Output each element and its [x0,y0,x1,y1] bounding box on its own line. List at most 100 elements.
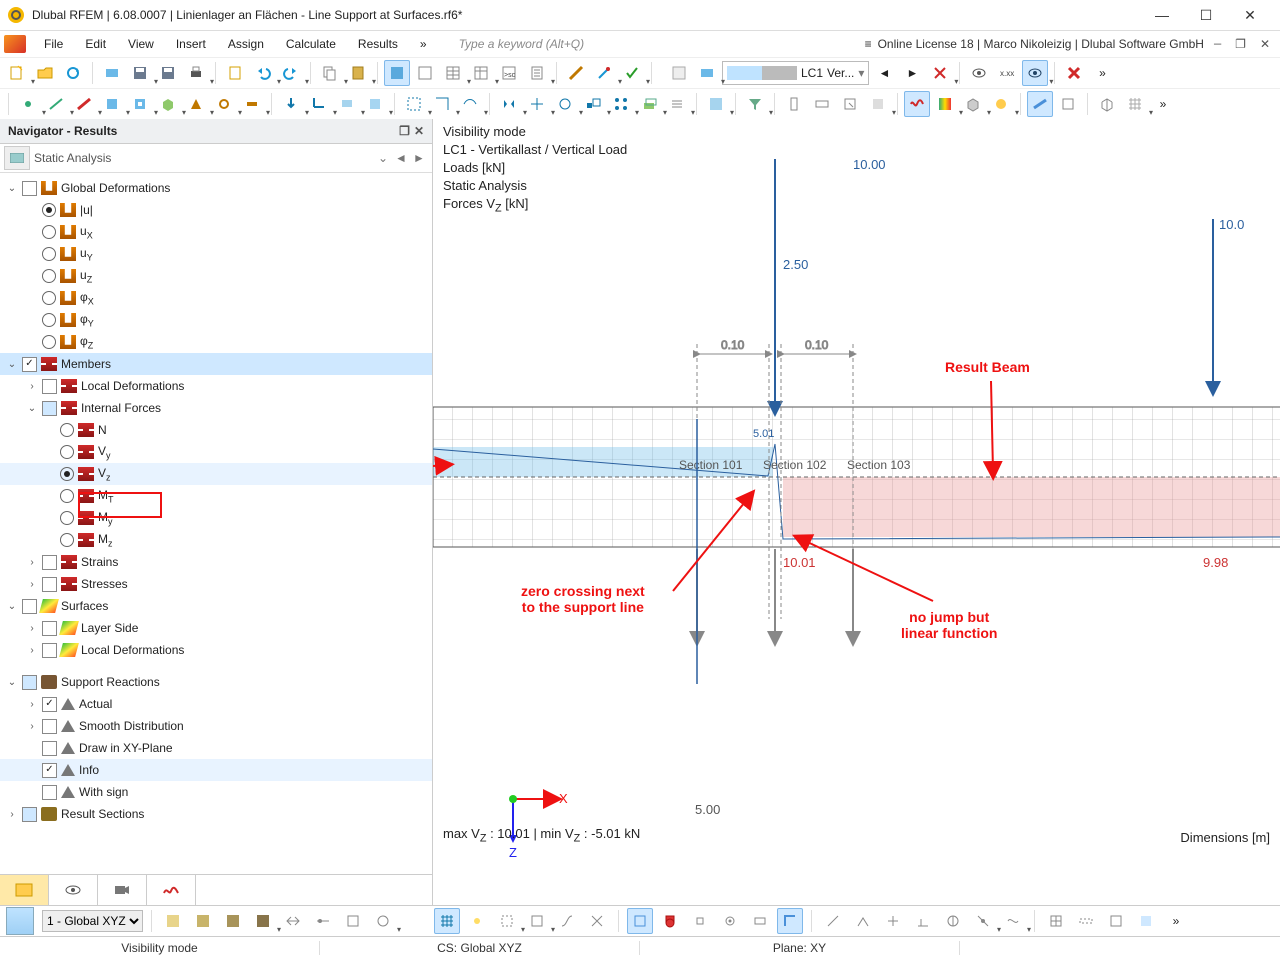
mdi-minimize[interactable]: — [1210,37,1225,51]
results-contour-button[interactable] [932,91,958,117]
tree-surfaces[interactable]: Surfaces [61,599,108,613]
load3-button[interactable] [334,91,360,117]
tree-force-Mz[interactable]: Mz [0,529,432,551]
scale-button[interactable] [580,91,606,117]
table2-button[interactable] [468,60,494,86]
st-b3[interactable] [220,908,246,934]
member-button[interactable] [71,91,97,117]
st-osnap2[interactable] [687,908,713,934]
tree-force-My[interactable]: My [0,507,432,529]
st-b8[interactable] [370,908,396,934]
viewport[interactable]: Visibility mode LC1 - Vertikallast / Ver… [433,119,1280,905]
st-osnap4[interactable] [747,908,773,934]
loadcase-combo[interactable]: LC1 Ver... ▾ [722,61,869,85]
report-button[interactable] [524,60,550,86]
hinge-button[interactable] [211,91,237,117]
cs-icon[interactable] [6,907,34,935]
opening-button[interactable] [127,91,153,117]
maximize-button[interactable]: ☐ [1184,1,1228,29]
nav-subtype[interactable]: Static Analysis [34,151,374,165]
st-l5[interactable] [940,908,966,934]
eye-button[interactable] [966,60,992,86]
st-b1[interactable] [160,908,186,934]
tree-layerside[interactable]: Layer Side [81,621,138,635]
snap4[interactable] [865,91,891,117]
tree-sr-2[interactable]: Draw in XY-Plane [0,737,432,759]
snap3[interactable] [837,91,863,117]
st-osnap1[interactable] [627,908,653,934]
results-anim-button[interactable] [988,91,1014,117]
saveas-button[interactable] [155,60,181,86]
nav-tab-cam[interactable] [98,875,147,905]
tree-support[interactable]: Support Reactions [61,675,160,689]
snap1[interactable] [781,91,807,117]
menu-assign[interactable]: Assign [218,34,274,54]
more-button[interactable]: » [1089,60,1115,86]
rigid-button[interactable] [239,91,265,117]
nav-sub-dd[interactable]: ⌄ [374,151,392,165]
paste-button[interactable] [345,60,371,86]
menu-results[interactable]: Results [348,34,408,54]
st-b5[interactable] [280,908,306,934]
tree-sr-0[interactable]: ›Actual [0,693,432,715]
tree-resultsections[interactable]: Result Sections [61,807,144,821]
array-button[interactable] [608,91,634,117]
select3[interactable] [457,91,483,117]
lc-right[interactable]: ► [899,60,925,86]
refresh-button[interactable] [60,60,86,86]
st-snap1[interactable] [464,908,490,934]
xxx-button[interactable]: x.xx [994,60,1020,86]
redo-button[interactable] [278,60,304,86]
load2-button[interactable] [306,91,332,117]
nav-tab-data[interactable] [0,875,49,905]
st-b4[interactable] [250,908,276,934]
st-v2[interactable] [1073,908,1099,934]
st-snap4[interactable] [554,908,580,934]
check-button[interactable] [619,60,645,86]
st-l6[interactable] [970,908,996,934]
st-snap3[interactable] [524,908,550,934]
mdi-close[interactable]: ✕ [1256,37,1274,52]
st-b7[interactable] [340,908,366,934]
tree-force-N[interactable]: N [0,419,432,441]
st-l1[interactable] [820,908,846,934]
nav-type-icon[interactable] [4,146,30,170]
results-diagram-button[interactable] [904,91,930,117]
tree-gd-φY[interactable]: φY [0,309,432,331]
st-v4[interactable] [1133,908,1159,934]
node-button[interactable] [15,91,41,117]
surface-button[interactable] [99,91,125,117]
st-snap2[interactable] [494,908,520,934]
st-b2[interactable] [190,908,216,934]
view-render-button[interactable] [384,60,410,86]
st-osnap-mag[interactable] [657,908,683,934]
st-l2[interactable] [850,908,876,934]
filter-button[interactable] [742,91,768,117]
table-button[interactable] [440,60,466,86]
menu-more[interactable]: » [410,34,437,54]
tree-sr-1[interactable]: ›Smooth Distribution [0,715,432,737]
tree-sr-3[interactable]: Info [0,759,432,781]
menu-view[interactable]: View [118,34,164,54]
tree-intforces[interactable]: Internal Forces [81,401,161,415]
tmore-button[interactable] [664,91,690,117]
tree-gd-φZ[interactable]: φZ [0,331,432,353]
tree-force-Vy[interactable]: Vy [0,441,432,463]
grid-button[interactable] [703,91,729,117]
menu-calculate[interactable]: Calculate [276,34,346,54]
support-button[interactable] [183,91,209,117]
st-v1[interactable] [1043,908,1069,934]
minimize-button[interactable]: — [1140,1,1184,29]
nav-tab-eye[interactable] [49,875,98,905]
move-button[interactable] [524,91,550,117]
more2-button[interactable]: » [1150,91,1176,117]
st-l3[interactable] [880,908,906,934]
tree-stresses[interactable]: Stresses [81,577,128,591]
tree-gd-uZ[interactable]: uZ [0,265,432,287]
delete-x-button[interactable] [1061,60,1087,86]
menu-insert[interactable]: Insert [166,34,216,54]
st-grid[interactable] [434,908,460,934]
undo-button[interactable] [250,60,276,86]
open-button[interactable] [32,60,58,86]
nav-close-button[interactable]: ✕ [414,124,424,138]
